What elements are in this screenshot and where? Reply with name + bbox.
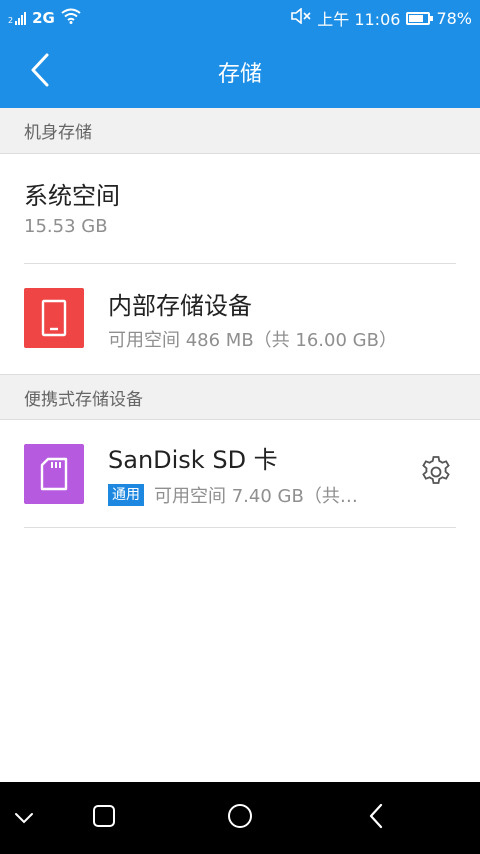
back-triangle-icon xyxy=(368,803,384,833)
system-space-title: 系统空间 xyxy=(24,182,120,210)
back-chevron-icon xyxy=(30,53,50,91)
phone-icon xyxy=(24,288,84,348)
sd-card-info-row: 通用 可用空间 7.40 GB（共… xyxy=(108,482,358,508)
system-space-size: 15.53 GB xyxy=(24,216,108,237)
sim-label: 2 xyxy=(8,16,14,25)
mute-icon xyxy=(291,7,311,28)
square-icon xyxy=(92,804,116,832)
sd-card-title: SanDisk SD 卡 xyxy=(108,446,278,474)
back-button[interactable] xyxy=(18,50,62,94)
sd-card-item[interactable]: SanDisk SD 卡 通用 可用空间 7.40 GB（共… xyxy=(0,420,480,528)
internal-storage-subtitle: 可用空间 486 MB（共 16.00 GB） xyxy=(108,330,397,351)
internal-storage-title: 内部存储设备 xyxy=(108,292,252,320)
system-space-item[interactable]: 系统空间 15.53 GB xyxy=(0,154,480,264)
section-header-portable-storage: 便携式存储设备 xyxy=(0,374,480,420)
nav-recents-button[interactable] xyxy=(80,794,128,842)
chevron-down-icon xyxy=(14,809,34,828)
sd-card-icon xyxy=(24,444,84,504)
sd-card-subtitle: 可用空间 7.40 GB（共… xyxy=(154,486,358,507)
app-bar: 存储 xyxy=(0,36,480,108)
nav-back-button[interactable] xyxy=(352,794,400,842)
status-bar: 2 2G 上午 11:06 78% xyxy=(0,0,480,36)
section-header-device-storage: 机身存储 xyxy=(0,108,480,154)
sd-card-settings-button[interactable] xyxy=(416,454,456,494)
internal-storage-item[interactable]: 内部存储设备 可用空间 486 MB（共 16.00 GB） xyxy=(0,264,480,374)
divider xyxy=(24,527,456,528)
navigation-bar xyxy=(0,782,480,854)
gear-icon xyxy=(418,454,454,494)
battery-icon xyxy=(406,11,434,25)
page-title: 存储 xyxy=(217,62,262,87)
network-type: 2G xyxy=(32,9,55,27)
status-badge: 通用 xyxy=(108,484,144,506)
wifi-icon xyxy=(61,8,81,28)
battery-percent: 78% xyxy=(436,8,472,28)
nav-home-button[interactable] xyxy=(216,794,264,842)
status-time: 上午 11:06 xyxy=(317,10,401,29)
circle-icon xyxy=(227,803,253,833)
nav-collapse-button[interactable] xyxy=(0,794,48,842)
signal-icon: 2 xyxy=(8,11,27,25)
